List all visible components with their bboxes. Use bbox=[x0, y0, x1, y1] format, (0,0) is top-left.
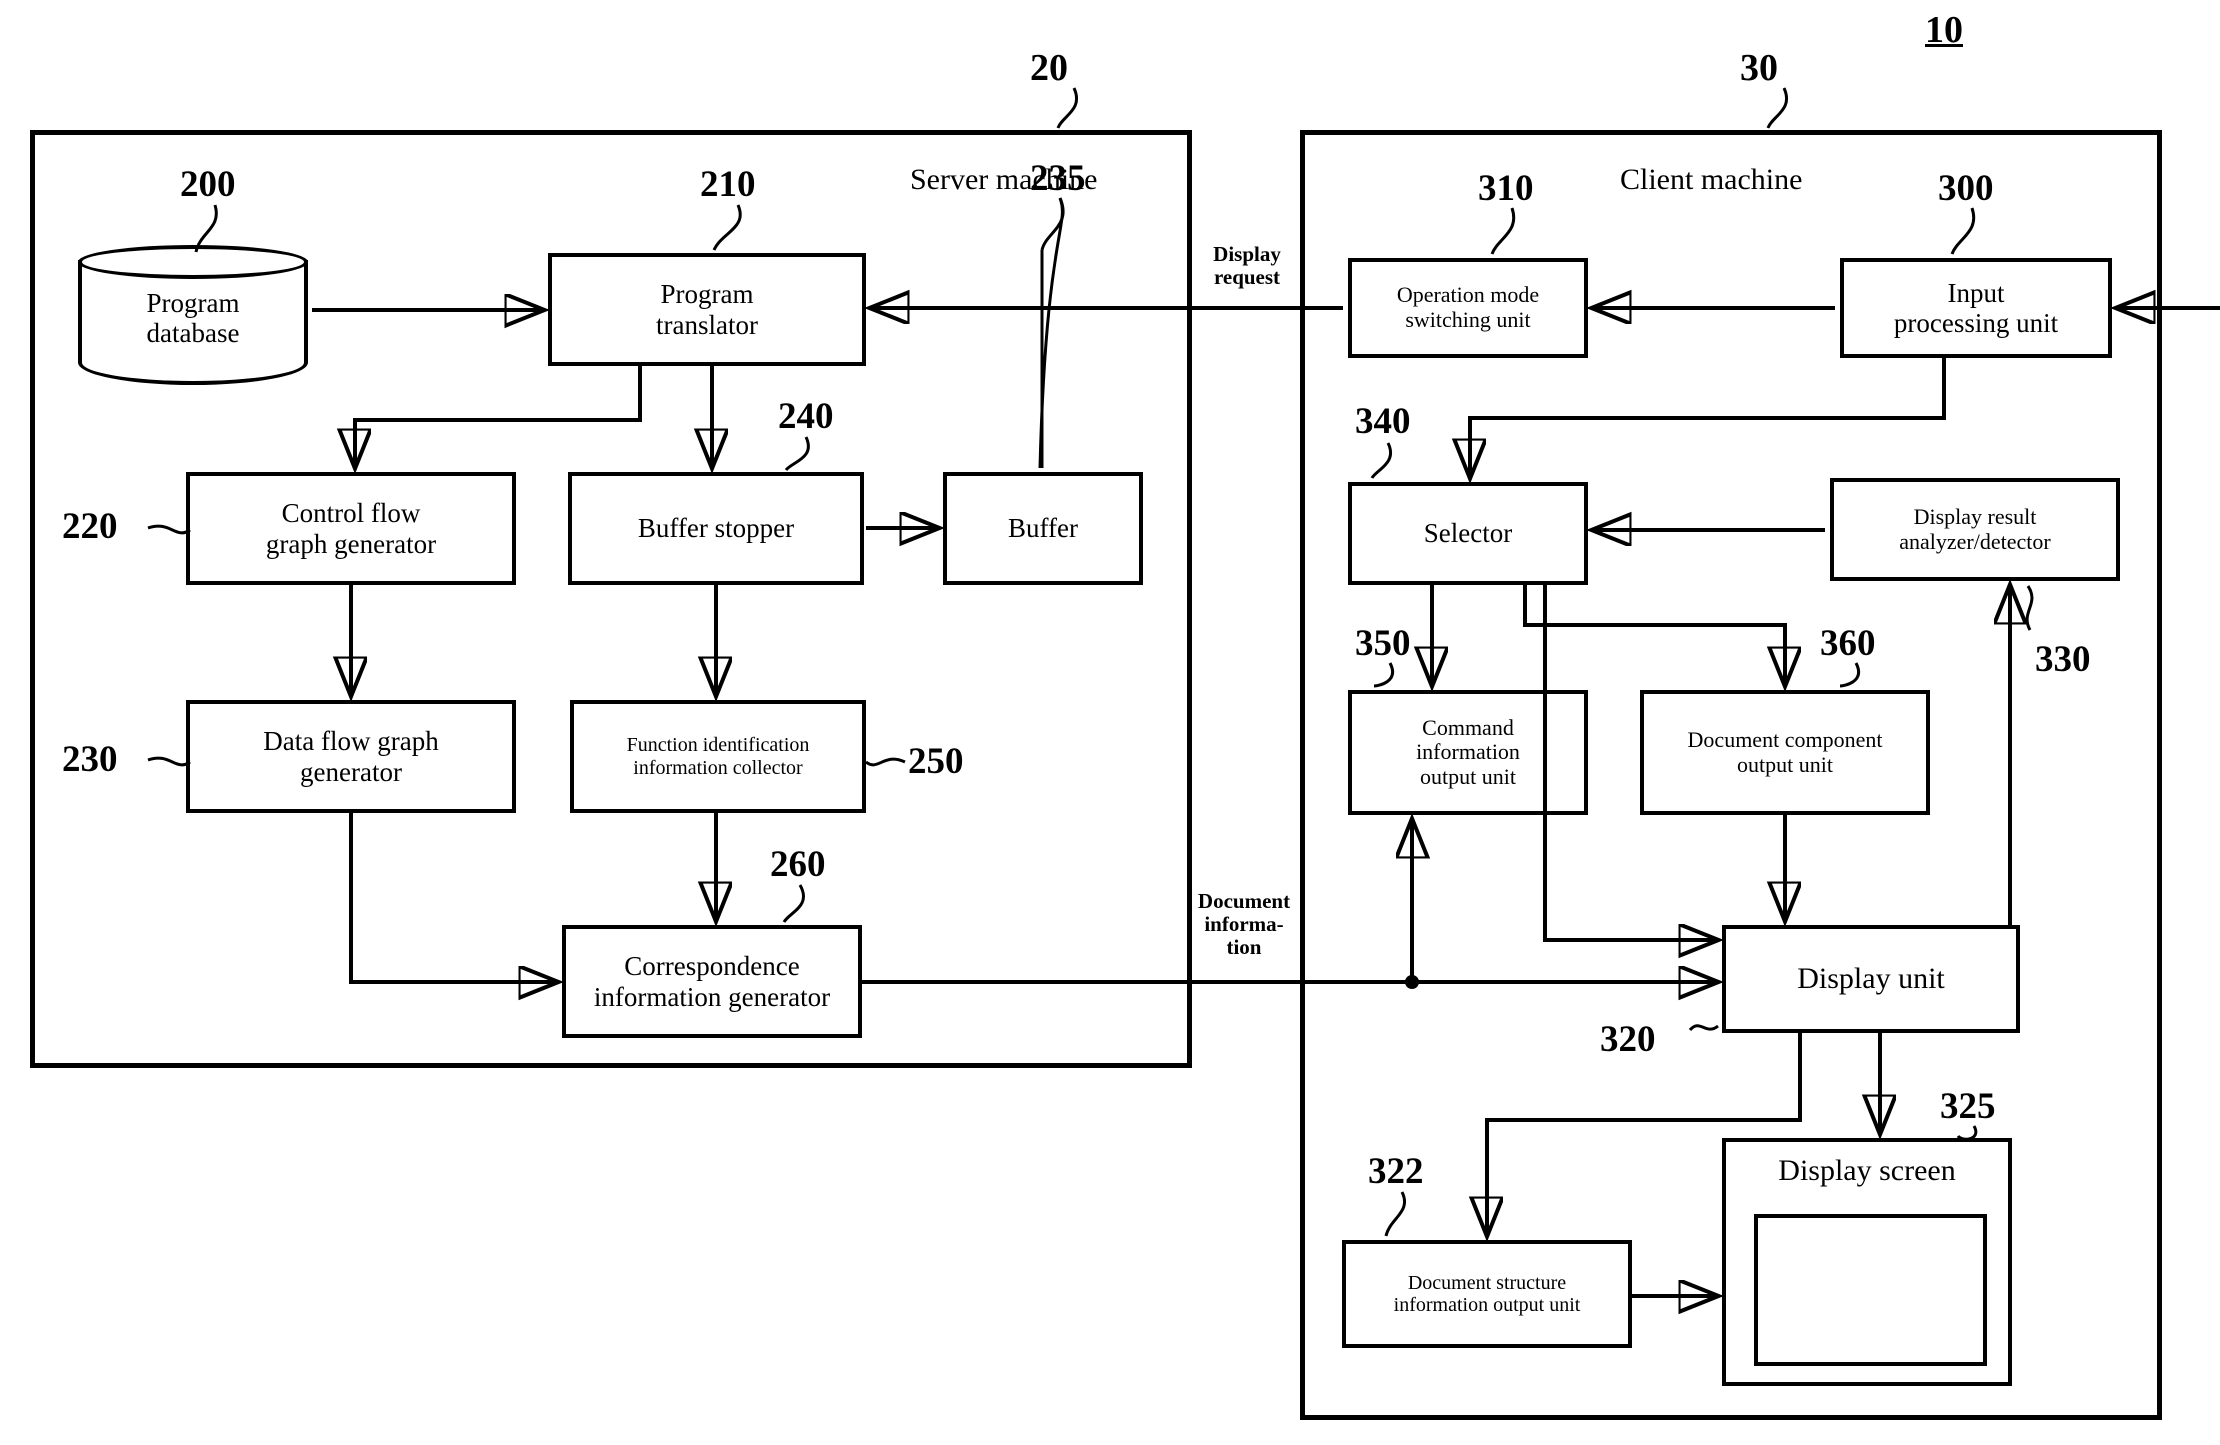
edge-label-display-request: Display request bbox=[1213, 242, 1281, 290]
operation-mode-switching-unit[interactable]: Operation mode switching unit bbox=[1348, 258, 1588, 358]
ref-30-client: 30 bbox=[1740, 47, 1778, 89]
ref-220: 220 bbox=[62, 506, 118, 547]
document-structure-information-output-unit-label: Document structure information output un… bbox=[1393, 1271, 1581, 1316]
ref-340: 340 bbox=[1355, 401, 1411, 442]
ref-310: 310 bbox=[1478, 168, 1534, 209]
document-component-output-unit[interactable]: Document component output unit bbox=[1640, 690, 1930, 815]
document-structure-information-output-unit[interactable]: Document structure information output un… bbox=[1342, 1240, 1632, 1348]
data-flow-graph-generator[interactable]: Data flow graph generator bbox=[186, 700, 516, 813]
ref-320: 320 bbox=[1600, 1019, 1656, 1060]
command-information-output-unit[interactable]: Command information output unit bbox=[1348, 690, 1588, 815]
function-identification-information-collector[interactable]: Function identification information coll… bbox=[570, 700, 866, 813]
program-database[interactable]: Program database bbox=[78, 245, 308, 385]
input-processing-unit-label: Input processing unit bbox=[1893, 277, 2059, 338]
program-database-label: Program database bbox=[146, 288, 240, 348]
operation-mode-switching-unit-label: Operation mode switching unit bbox=[1396, 282, 1540, 332]
display-result-analyzer-detector-label: Display result analyzer/detector bbox=[1899, 503, 2051, 554]
buffer-label: Buffer bbox=[1008, 513, 1078, 544]
program-translator-label: Program translator bbox=[656, 279, 758, 340]
display-unit-label: Display unit bbox=[1797, 962, 1945, 996]
edge-label-document-information: Document informa- tion bbox=[1197, 889, 1291, 960]
leader-30 bbox=[1766, 87, 1788, 129]
ref-20-server: 20 bbox=[1030, 47, 1068, 89]
ref-300: 300 bbox=[1938, 168, 1994, 209]
ref-235: 235 bbox=[1030, 158, 1086, 199]
display-screen[interactable]: Display screen bbox=[1722, 1138, 2012, 1386]
ref-322: 322 bbox=[1368, 1151, 1424, 1192]
ref-200: 200 bbox=[180, 164, 236, 205]
ref-230: 230 bbox=[62, 739, 118, 780]
display-screen-label: Display screen bbox=[1778, 1154, 1956, 1187]
ref-325: 325 bbox=[1940, 1086, 1996, 1127]
buffer-stopper-label: Buffer stopper bbox=[637, 513, 795, 544]
ref-240: 240 bbox=[778, 396, 834, 437]
document-component-output-unit-label: Document component output unit bbox=[1687, 726, 1883, 777]
command-information-output-unit-label: Command information output unit bbox=[1416, 714, 1520, 789]
figure-id-label: 10 bbox=[1925, 9, 1963, 51]
database-cylinder-top bbox=[78, 245, 308, 279]
display-result-analyzer-detector[interactable]: Display result analyzer/detector bbox=[1830, 478, 2120, 581]
display-unit[interactable]: Display unit bbox=[1722, 925, 2020, 1033]
patent-figure: 10 20 30 Server machine Client machine P… bbox=[0, 0, 2220, 1445]
control-flow-graph-generator[interactable]: Control flow graph generator bbox=[186, 472, 516, 585]
control-flow-graph-generator-label: Control flow graph generator bbox=[265, 498, 437, 559]
ref-330: 330 bbox=[2035, 639, 2091, 680]
buffer[interactable]: Buffer bbox=[943, 472, 1143, 585]
selector[interactable]: Selector bbox=[1348, 482, 1588, 585]
selector-label: Selector bbox=[1423, 518, 1513, 549]
buffer-stopper[interactable]: Buffer stopper bbox=[568, 472, 864, 585]
correspondence-information-generator[interactable]: Correspondence information generator bbox=[562, 925, 862, 1038]
ref-360: 360 bbox=[1820, 623, 1876, 664]
ref-260: 260 bbox=[770, 844, 826, 885]
input-processing-unit[interactable]: Input processing unit bbox=[1840, 258, 2112, 358]
display-screen-viewport bbox=[1754, 1214, 1987, 1366]
ref-350: 350 bbox=[1355, 623, 1411, 664]
program-translator[interactable]: Program translator bbox=[548, 253, 866, 366]
client-machine-title: Client machine bbox=[1620, 163, 1803, 196]
ref-250: 250 bbox=[908, 741, 964, 782]
correspondence-information-generator-label: Correspondence information generator bbox=[593, 951, 831, 1012]
leader-20 bbox=[1056, 87, 1078, 129]
data-flow-graph-generator-label: Data flow graph generator bbox=[263, 726, 439, 787]
ref-210: 210 bbox=[700, 164, 756, 205]
function-identification-information-collector-label: Function identification information coll… bbox=[626, 734, 810, 779]
